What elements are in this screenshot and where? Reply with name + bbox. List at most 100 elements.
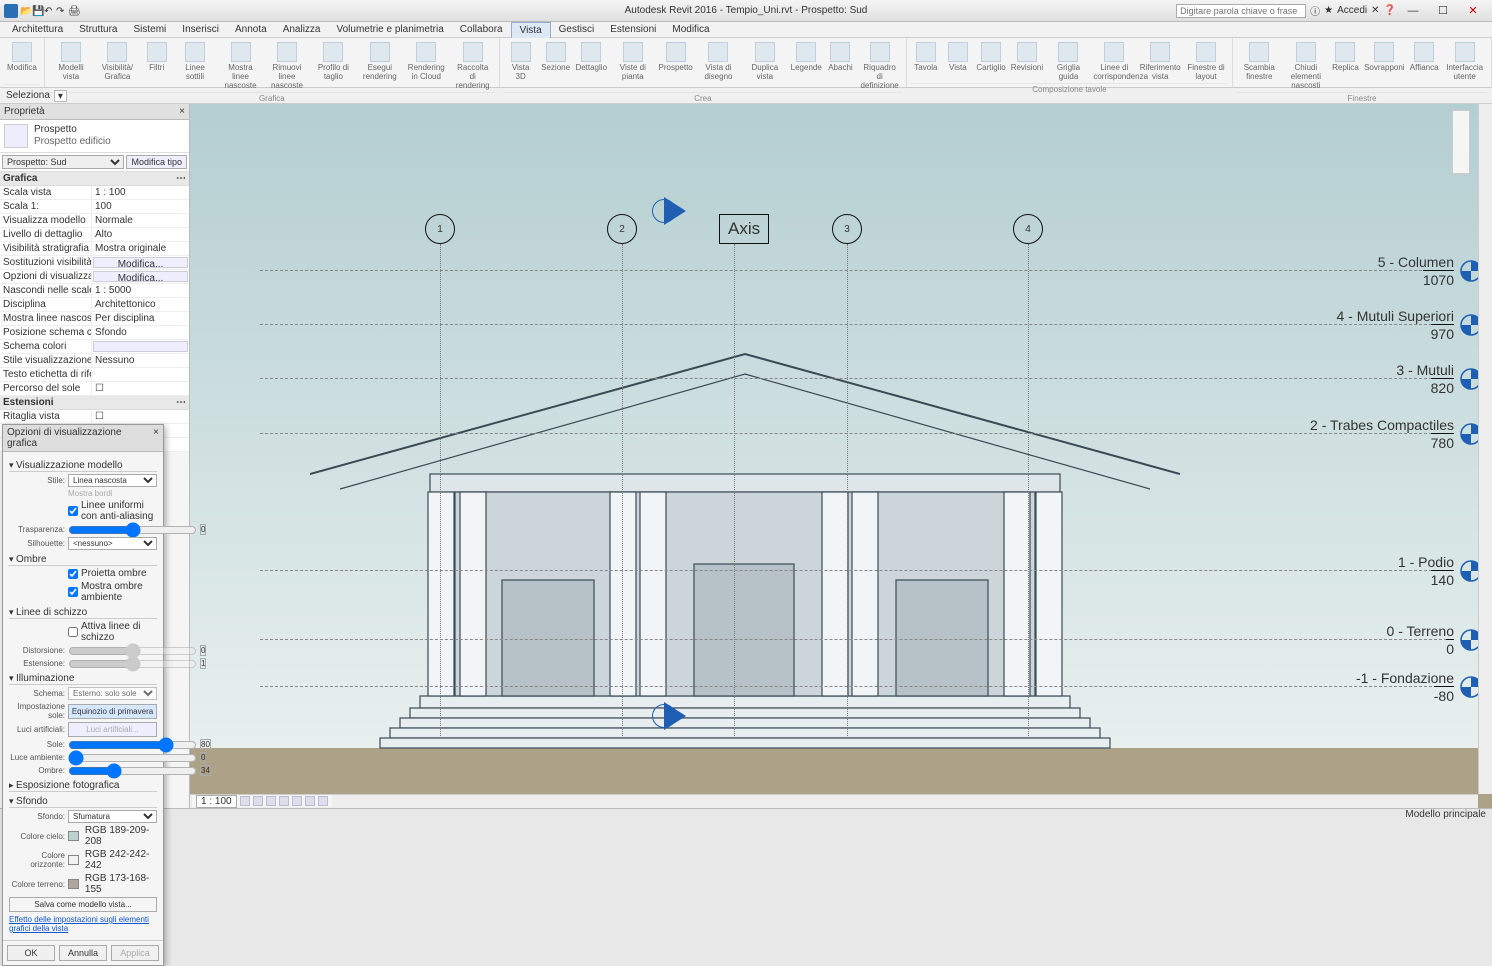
exchange-icon[interactable]: ✕ xyxy=(1371,5,1379,16)
prop-row[interactable]: Livello di dettaglioAlto xyxy=(0,228,189,242)
ribbon-profilo-di-taglio[interactable]: Profilo di taglio xyxy=(311,40,355,83)
tab-gestisci[interactable]: Gestisci xyxy=(551,22,603,37)
prop-row[interactable]: Stile visualizzazione analisi di de...Ne… xyxy=(0,354,189,368)
help-link[interactable]: Effetto delle impostazioni sugli element… xyxy=(9,915,157,933)
level-head[interactable]: 5 - Columen1070 xyxy=(1378,254,1482,288)
ribbon-interfaccia-utente[interactable]: Interfaccia utente xyxy=(1442,40,1487,83)
info-icon[interactable]: ⓘ xyxy=(1310,3,1320,18)
ribbon-visibilit-grafica[interactable]: Visibilità/ Grafica xyxy=(95,40,139,83)
tab-architettura[interactable]: Architettura xyxy=(4,22,71,37)
qat-undo-icon[interactable]: ↶ xyxy=(44,6,54,16)
tab-modifica[interactable]: Modifica xyxy=(664,22,717,37)
grid-head-4[interactable]: 4 xyxy=(1013,214,1043,244)
drawing-canvas[interactable]: 12Axis34 5 - Columen10704 - Mutuli Super… xyxy=(190,104,1492,808)
prop-row[interactable]: Scala 1:100 xyxy=(0,200,189,214)
options-dropdown[interactable]: ▾ xyxy=(54,90,67,102)
grid-line[interactable] xyxy=(1028,244,1029,738)
section-shadows[interactable]: ▾ Ombre xyxy=(9,554,157,566)
navigation-bar[interactable] xyxy=(1452,110,1470,174)
ribbon-filtri[interactable]: Filtri xyxy=(142,40,172,74)
ribbon-esegui-rendering[interactable]: Esegui rendering xyxy=(358,40,402,83)
prop-row[interactable]: Visualizza modelloNormale xyxy=(0,214,189,228)
status-model[interactable]: Modello principale xyxy=(1405,809,1486,820)
ribbon-cartiglio[interactable]: Cartiglio xyxy=(975,40,1007,74)
ground-color-swatch[interactable] xyxy=(68,879,79,889)
sun-path-icon[interactable] xyxy=(266,796,276,806)
tab-volumetrie e planimetria[interactable]: Volumetrie e planimetria xyxy=(329,22,452,37)
section-sketch[interactable]: ▾ Linee di schizzo xyxy=(9,607,157,619)
favorite-icon[interactable]: ★ xyxy=(1324,5,1333,16)
ribbon-griglia-guida[interactable]: Griglia guida xyxy=(1047,40,1091,83)
ribbon-sezione[interactable]: Sezione xyxy=(539,40,571,74)
ribbon-prospetto[interactable]: Prospetto xyxy=(657,40,694,74)
ribbon-rendering-in-cloud[interactable]: Rendering in Cloud xyxy=(404,40,448,83)
ribbon-modelli-vista[interactable]: Modelli vista xyxy=(49,40,93,83)
ribbon-duplica-vista[interactable]: Duplica vista xyxy=(743,40,787,83)
ribbon-scambia-finestre[interactable]: Scambia finestre xyxy=(1237,40,1282,83)
cast-shadows-checkbox[interactable] xyxy=(68,569,78,579)
sky-color-swatch[interactable] xyxy=(68,831,79,841)
section-lighting[interactable]: ▾ Illuminazione xyxy=(9,673,157,685)
level-line[interactable] xyxy=(260,570,1452,571)
ribbon-modifica[interactable]: Modifica xyxy=(4,40,40,74)
grid-head-2[interactable]: 2 xyxy=(607,214,637,244)
prop-row[interactable]: Percorso del sole☐ xyxy=(0,382,189,396)
prop-row[interactable]: Mostra linee nascostePer disciplina xyxy=(0,312,189,326)
ribbon-chiudi-elementi-nascosti[interactable]: Chiudi elementi nascosti xyxy=(1284,40,1329,92)
ribbon-mostra-linee-nascoste[interactable]: Mostra linee nascoste xyxy=(218,40,262,92)
ribbon-vista[interactable]: Vista xyxy=(943,40,973,74)
prop-row[interactable]: Ritaglia vista☐ xyxy=(0,410,189,424)
signin-button[interactable]: Accedi xyxy=(1337,5,1367,16)
level-head[interactable]: 4 - Mutuli Superiori970 xyxy=(1337,308,1483,342)
level-line[interactable] xyxy=(260,324,1452,325)
level-head[interactable]: -1 - Fondazione-80 xyxy=(1356,670,1482,704)
shadows-slider[interactable] xyxy=(68,766,197,776)
tab-analizza[interactable]: Analizza xyxy=(275,22,329,37)
help-icon[interactable]: ❓ xyxy=(1384,5,1396,16)
ribbon-riferimento-vista[interactable]: Riferimento vista xyxy=(1138,40,1182,83)
ribbon-abachi[interactable]: Abachi xyxy=(825,40,855,74)
prop-row[interactable]: Testo etichetta di riferimento xyxy=(0,368,189,382)
grid-line[interactable] xyxy=(734,244,735,738)
tab-vista[interactable]: Vista xyxy=(511,22,551,38)
prop-row[interactable]: Posizione schema coloriSfondo xyxy=(0,326,189,340)
prop-row[interactable]: Nascondi nelle scale minori di1 : 5000 xyxy=(0,284,189,298)
horizontal-scrollbar[interactable] xyxy=(190,794,1478,808)
section-model[interactable]: ▾ Visualizzazione modello xyxy=(9,460,157,472)
prop-row[interactable]: DisciplinaArchitettonico xyxy=(0,298,189,312)
background-select[interactable]: Sfumatura xyxy=(68,810,157,823)
prop-row[interactable]: Visibilità stratigrafiaMostra originale xyxy=(0,242,189,256)
ribbon-affianca[interactable]: Affianca xyxy=(1408,40,1440,74)
prop-row[interactable]: Opzioni di visualizzazione graficaModifi… xyxy=(0,270,189,284)
level-head[interactable]: 1 - Podio140 xyxy=(1398,554,1482,588)
minimize-button[interactable]: — xyxy=(1400,2,1426,20)
crop-view-icon[interactable] xyxy=(292,796,302,806)
ribbon-dettaglio[interactable]: Dettaglio xyxy=(574,40,609,74)
ribbon-revisioni[interactable]: Revisioni xyxy=(1009,40,1044,74)
ribbon-legende[interactable]: Legende xyxy=(789,40,823,74)
grid-head-Axis[interactable]: Axis xyxy=(719,214,769,244)
ribbon-viste-di-pianta[interactable]: Viste di pianta xyxy=(611,40,655,83)
level-head[interactable]: 0 - Terreno0 xyxy=(1387,623,1482,657)
grid-line[interactable] xyxy=(440,244,441,738)
tab-sistemi[interactable]: Sistemi xyxy=(126,22,175,37)
sun-slider[interactable] xyxy=(68,740,197,750)
grid-head-1[interactable]: 1 xyxy=(425,214,455,244)
dialog-close-icon[interactable]: × xyxy=(153,427,159,449)
tab-estensioni[interactable]: Estensioni xyxy=(602,22,664,37)
prop-row[interactable]: Scala vista1 : 100 xyxy=(0,186,189,200)
ambient-light-slider[interactable] xyxy=(68,753,197,763)
tab-annota[interactable]: Annota xyxy=(227,22,275,37)
antialias-checkbox[interactable] xyxy=(68,506,78,516)
prop-group-grafica[interactable]: Grafica⋯ xyxy=(0,172,189,186)
level-head[interactable]: 3 - Mutuli820 xyxy=(1396,362,1482,396)
level-line[interactable] xyxy=(260,270,1452,271)
edit-type-button[interactable]: Modifica tipo xyxy=(126,155,187,169)
save-as-template-button[interactable]: Salva come modello vista... xyxy=(9,897,157,912)
sun-setting-button[interactable]: Equinozio di primavera xyxy=(68,704,157,719)
type-name[interactable]: Prospetto Prospetto edificio xyxy=(34,124,111,148)
prop-row[interactable]: Sostituzioni visibilità/graficaModifica.… xyxy=(0,256,189,270)
ribbon-linee-di-corrispondenza[interactable]: Linee di corrispondenza xyxy=(1092,40,1136,83)
search-input[interactable] xyxy=(1176,4,1306,18)
ribbon-rimuovi-linee-nascoste[interactable]: Rimuovi linee nascoste xyxy=(265,40,309,92)
